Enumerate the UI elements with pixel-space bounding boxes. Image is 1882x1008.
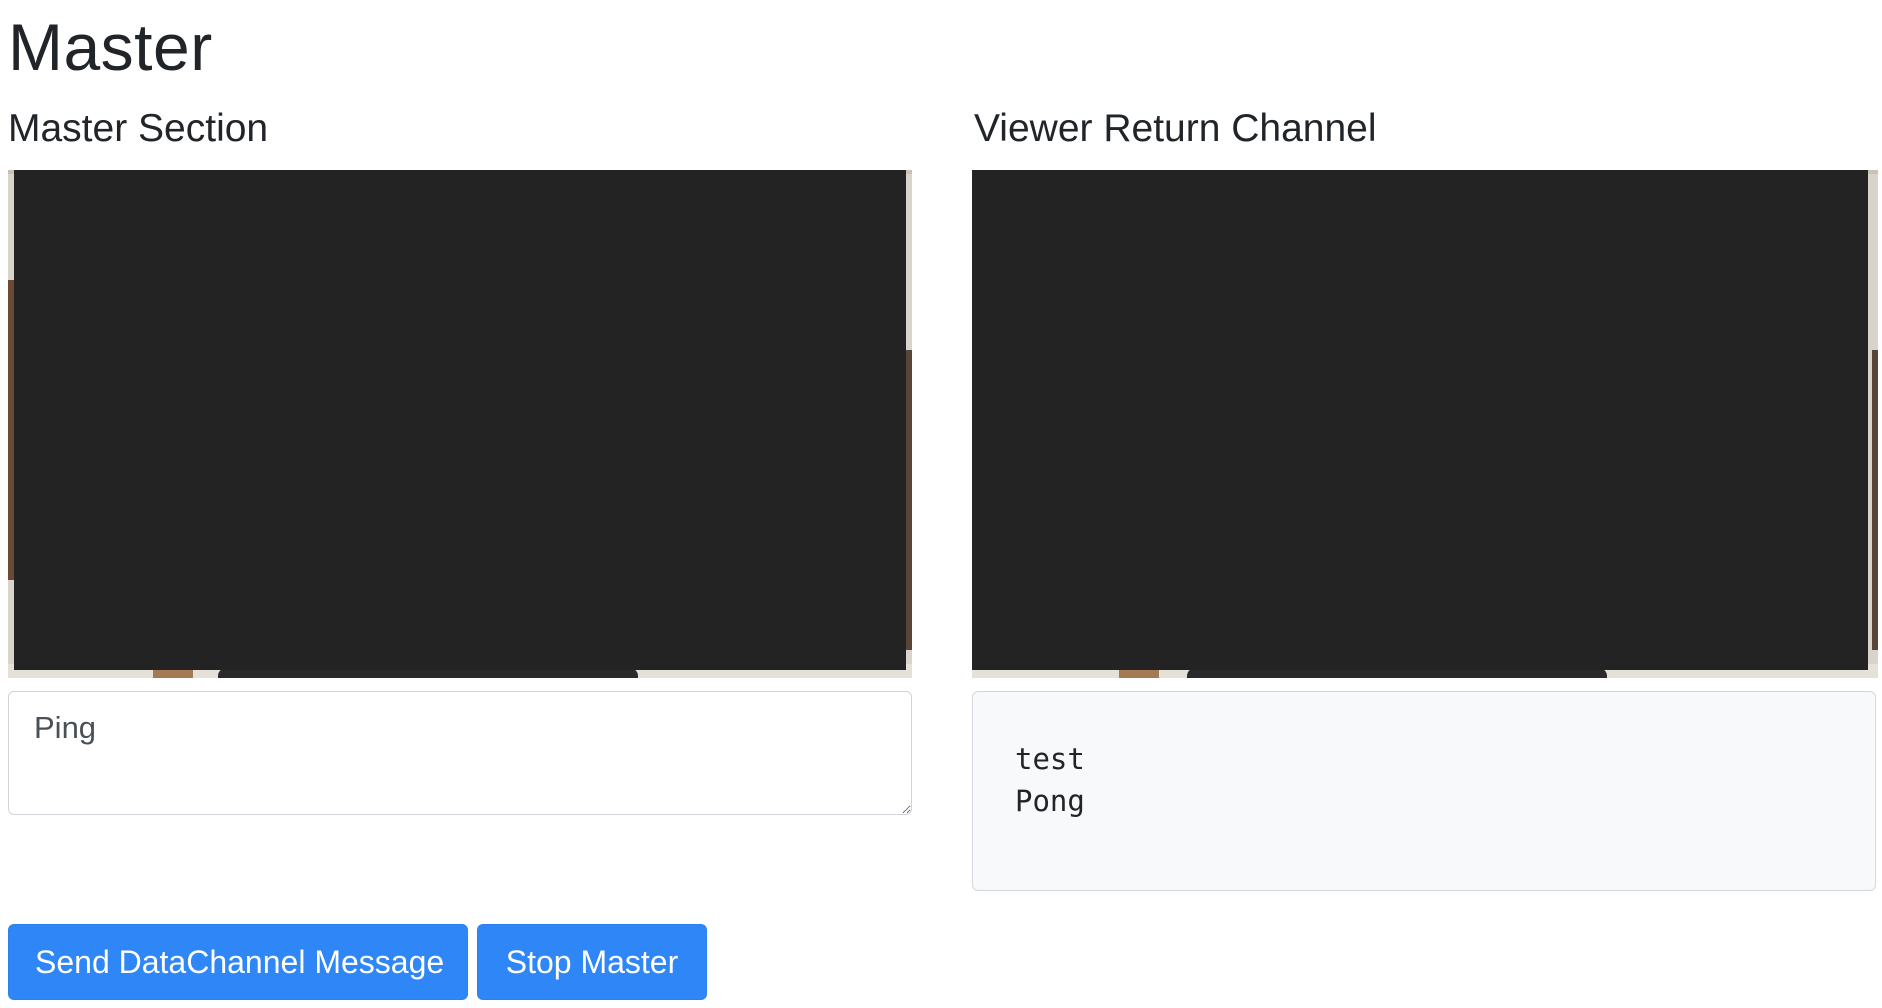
master-section-heading: Master Section bbox=[8, 107, 269, 150]
send-datachannel-message-button[interactable]: Send DataChannel Message bbox=[8, 924, 468, 1000]
video-edge bbox=[1872, 350, 1878, 650]
video-edge bbox=[1119, 670, 1159, 678]
viewer-return-channel-log: test Pong bbox=[972, 691, 1876, 891]
return-message: test bbox=[1015, 742, 1085, 776]
video-edge bbox=[153, 670, 193, 678]
viewer-remote-video bbox=[972, 170, 1878, 678]
video-redaction bbox=[972, 170, 1868, 670]
viewer-section-heading: Viewer Return Channel bbox=[974, 107, 1377, 150]
video-edge bbox=[906, 350, 912, 650]
video-redaction bbox=[14, 170, 906, 670]
master-local-video bbox=[8, 170, 912, 678]
page-title: Master bbox=[8, 10, 213, 84]
datachannel-message-input[interactable]: Ping bbox=[8, 691, 912, 815]
stop-master-button[interactable]: Stop Master bbox=[477, 924, 707, 1000]
return-message: Pong bbox=[1015, 784, 1085, 818]
